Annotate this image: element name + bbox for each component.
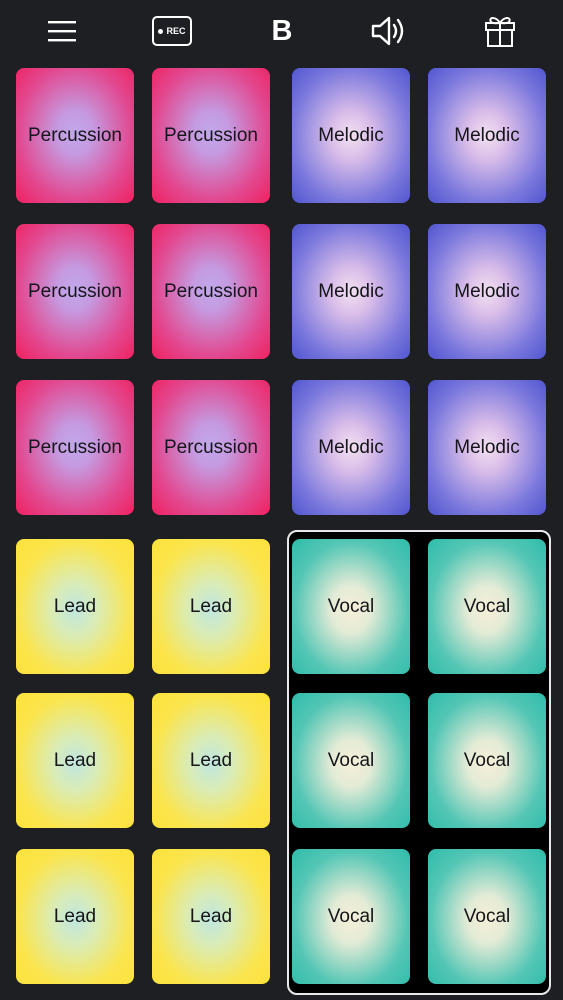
pad-vocal[interactable]: Vocal <box>292 849 410 984</box>
pad-label: Melodic <box>454 436 520 458</box>
pad-label: Vocal <box>463 749 511 771</box>
pad-label: Vocal <box>463 905 511 927</box>
pad-label: Percussion <box>28 124 122 146</box>
pad-label: Percussion <box>164 124 258 146</box>
pad-percussion[interactable]: Percussion <box>152 380 270 515</box>
pad-lead[interactable]: Lead <box>16 693 134 828</box>
pad-label: Lead <box>53 749 97 771</box>
pad-label: Melodic <box>318 280 384 302</box>
pad-percussion[interactable]: Percussion <box>16 68 134 203</box>
pad-lead[interactable]: Lead <box>16 539 134 674</box>
pad-label: Melodic <box>318 124 384 146</box>
pad-label: Lead <box>53 905 97 927</box>
pad-label: Percussion <box>28 436 122 458</box>
pad-lead[interactable]: Lead <box>16 849 134 984</box>
pad-label: Melodic <box>454 280 520 302</box>
pad-percussion[interactable]: Percussion <box>16 224 134 359</box>
pad-lead[interactable]: Lead <box>152 849 270 984</box>
pad-label: Vocal <box>327 905 375 927</box>
pad-label: Percussion <box>164 280 258 302</box>
pad-melodic[interactable]: Melodic <box>428 224 546 359</box>
pad-melodic[interactable]: Melodic <box>428 380 546 515</box>
pad-melodic[interactable]: Melodic <box>292 68 410 203</box>
pad-vocal[interactable]: Vocal <box>428 849 546 984</box>
pad-label: Lead <box>53 595 97 617</box>
pad-label: Percussion <box>28 280 122 302</box>
pad-vocal[interactable]: Vocal <box>428 539 546 674</box>
pad-lead[interactable]: Lead <box>152 693 270 828</box>
pad-label: Melodic <box>454 124 520 146</box>
pad-vocal[interactable]: Vocal <box>292 693 410 828</box>
pad-label: Lead <box>189 749 233 771</box>
pad-vocal[interactable]: Vocal <box>292 539 410 674</box>
pad-percussion[interactable]: Percussion <box>152 68 270 203</box>
pad-melodic[interactable]: Melodic <box>292 224 410 359</box>
pad-label: Vocal <box>463 595 511 617</box>
pad-grid: Percussion Percussion Melodic Melodic Pe… <box>0 0 563 1000</box>
pad-label: Vocal <box>327 749 375 771</box>
pad-label: Lead <box>189 905 233 927</box>
pad-percussion[interactable]: Percussion <box>152 224 270 359</box>
pad-label: Melodic <box>318 436 384 458</box>
pad-melodic[interactable]: Melodic <box>428 68 546 203</box>
pad-label: Percussion <box>164 436 258 458</box>
pad-melodic[interactable]: Melodic <box>292 380 410 515</box>
pad-vocal[interactable]: Vocal <box>428 693 546 828</box>
pad-label: Lead <box>189 595 233 617</box>
pad-label: Vocal <box>327 595 375 617</box>
pad-lead[interactable]: Lead <box>152 539 270 674</box>
pad-percussion[interactable]: Percussion <box>16 380 134 515</box>
